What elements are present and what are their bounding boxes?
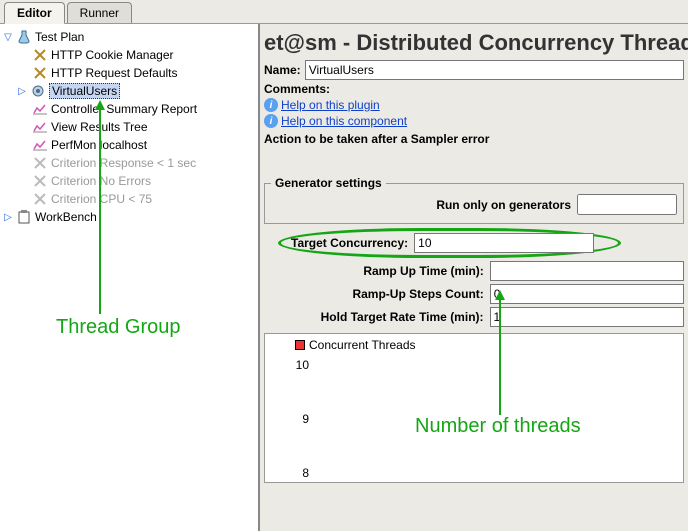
tree-request-defaults[interactable]: HTTP Request Defaults: [0, 64, 258, 82]
tree-cookie-manager[interactable]: HTTP Cookie Manager: [0, 46, 258, 64]
toggle-icon[interactable]: ▷: [16, 85, 28, 97]
chart: Concurrent Threads 10 9 8: [264, 333, 684, 483]
info-icon: i: [264, 98, 278, 112]
ramp-up-time-input[interactable]: [490, 261, 684, 281]
chart-icon: [32, 137, 48, 153]
action-label: Action to be taken after a Sampler error: [264, 132, 684, 146]
toggle-icon[interactable]: ▽: [2, 31, 14, 43]
legend-label: Concurrent Threads: [309, 338, 416, 352]
x-icon: [32, 155, 48, 171]
ramp-up-steps-label: Ramp-Up Steps Count:: [284, 287, 490, 301]
hold-rate-input[interactable]: [490, 307, 684, 327]
legend-swatch: [295, 340, 305, 350]
tree-perfmon[interactable]: PerfMon localhost: [0, 136, 258, 154]
tree-label: Criterion CPU < 75: [51, 192, 152, 206]
name-input[interactable]: [305, 60, 684, 80]
tree-workbench[interactable]: ▷ WorkBench: [0, 208, 258, 226]
comments-label: Comments:: [264, 82, 330, 96]
ramp-up-time-label: Ramp Up Time (min):: [284, 264, 490, 278]
tree-criterion-cpu[interactable]: Criterion CPU < 75: [0, 190, 258, 208]
ytick-9: 9: [285, 412, 309, 426]
target-concurrency-input[interactable]: [414, 233, 594, 253]
tree-label-selected: VirtualUsers: [49, 83, 120, 99]
target-concurrency-label: Target Concurrency:: [291, 236, 414, 250]
flask-icon: [16, 29, 32, 45]
tree-criterion-no-errors[interactable]: Criterion No Errors: [0, 172, 258, 190]
help-plugin-link[interactable]: Help on this plugin: [281, 98, 380, 112]
tree-results-tree[interactable]: View Results Tree: [0, 118, 258, 136]
tree-label: Controller Summary Report: [51, 102, 197, 116]
chart-legend: Concurrent Threads: [295, 338, 416, 352]
tree-panel: ▽ Test Plan HTTP Cookie Manager HTTP Req…: [0, 24, 260, 531]
x-icon: [32, 47, 48, 63]
hold-rate-label: Hold Target Rate Time (min):: [264, 310, 490, 324]
tree-test-plan[interactable]: ▽ Test Plan: [0, 28, 258, 46]
tree-label: HTTP Request Defaults: [51, 66, 178, 80]
tree-label: HTTP Cookie Manager: [51, 48, 174, 62]
x-icon: [32, 173, 48, 189]
help-component-link[interactable]: Help on this component: [281, 114, 407, 128]
tree-summary-report[interactable]: Controller Summary Report: [0, 100, 258, 118]
run-only-label: Run only on generators: [436, 198, 571, 212]
chart-icon: [32, 119, 48, 135]
tree-label: Test Plan: [35, 30, 84, 44]
ytick-10: 10: [285, 358, 309, 372]
generator-legend: Generator settings: [271, 176, 386, 190]
panel-title: et@sm - Distributed Concurrency Thread G…: [264, 30, 684, 56]
tree-label: Criterion Response < 1 sec: [51, 156, 196, 170]
tree-label: Criterion No Errors: [51, 174, 151, 188]
tree-label: WorkBench: [35, 210, 97, 224]
ytick-8: 8: [285, 466, 309, 480]
gear-icon: [30, 83, 46, 99]
tree-criterion-response[interactable]: Criterion Response < 1 sec: [0, 154, 258, 172]
tab-editor[interactable]: Editor: [4, 2, 65, 24]
target-concurrency-highlight: Target Concurrency:: [278, 228, 621, 258]
info-icon: i: [264, 114, 278, 128]
x-icon: [32, 65, 48, 81]
chart-icon: [32, 101, 48, 117]
tab-runner[interactable]: Runner: [67, 2, 132, 23]
details-panel: et@sm - Distributed Concurrency Thread G…: [260, 24, 688, 531]
tree-virtual-users[interactable]: ▷ VirtualUsers: [0, 82, 258, 100]
run-only-input[interactable]: [577, 194, 677, 215]
x-icon: [32, 191, 48, 207]
toggle-icon[interactable]: ▷: [2, 211, 14, 223]
name-label: Name:: [264, 63, 301, 77]
ramp-up-steps-input[interactable]: [490, 284, 684, 304]
clipboard-icon: [16, 209, 32, 225]
generator-fieldset: Generator settings Run only on generator…: [264, 176, 684, 224]
tree-label: View Results Tree: [51, 120, 148, 134]
tree-label: PerfMon localhost: [51, 138, 147, 152]
